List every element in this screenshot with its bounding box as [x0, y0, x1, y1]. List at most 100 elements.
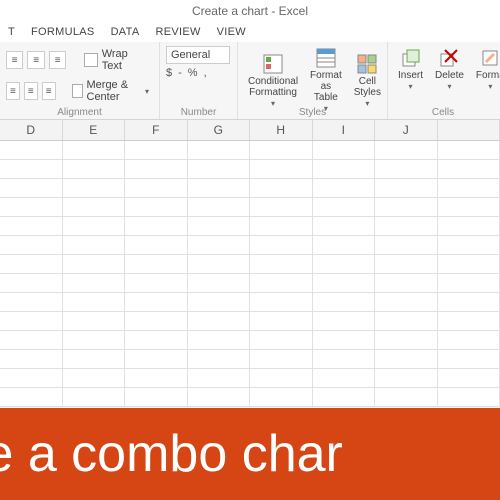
cell[interactable]: [125, 350, 188, 368]
cell[interactable]: [438, 293, 500, 311]
cell[interactable]: [250, 369, 313, 387]
format-button[interactable]: Forma ▾: [472, 46, 500, 94]
cell[interactable]: [188, 312, 251, 330]
cell[interactable]: [63, 274, 126, 292]
cell[interactable]: [125, 217, 188, 235]
cell[interactable]: [438, 331, 500, 349]
conditional-formatting-button[interactable]: Conditional Formatting ▾: [244, 52, 302, 111]
align-right-icon[interactable]: ≡: [42, 82, 56, 100]
cell[interactable]: [63, 198, 126, 216]
cell[interactable]: [0, 369, 63, 387]
cell[interactable]: [438, 369, 500, 387]
cell[interactable]: [250, 141, 313, 159]
column-header[interactable]: G: [188, 120, 251, 140]
align-center-icon[interactable]: ≡: [24, 82, 38, 100]
cell[interactable]: [375, 331, 438, 349]
cell[interactable]: [125, 160, 188, 178]
cell[interactable]: [250, 350, 313, 368]
cell[interactable]: [188, 350, 251, 368]
cell[interactable]: [313, 255, 376, 273]
tab-formulas[interactable]: FORMULAS: [31, 26, 95, 38]
cell[interactable]: [125, 236, 188, 254]
tab-review[interactable]: REVIEW: [155, 26, 200, 38]
cell[interactable]: [313, 388, 376, 406]
cell[interactable]: [250, 198, 313, 216]
insert-button[interactable]: Insert ▾: [394, 46, 427, 94]
cell[interactable]: [188, 331, 251, 349]
cell[interactable]: [63, 160, 126, 178]
cell[interactable]: [188, 141, 251, 159]
cell[interactable]: [438, 217, 500, 235]
spreadsheet-grid[interactable]: DEFGHIJ: [0, 120, 500, 430]
column-header[interactable]: [438, 120, 500, 140]
cell[interactable]: [250, 255, 313, 273]
cell[interactable]: [188, 293, 251, 311]
cell[interactable]: [0, 331, 63, 349]
cell[interactable]: [375, 236, 438, 254]
cell[interactable]: [313, 179, 376, 197]
merge-center-button[interactable]: Merge & Center ▾: [68, 77, 153, 105]
cell[interactable]: [188, 160, 251, 178]
cell[interactable]: [0, 312, 63, 330]
cell[interactable]: [188, 274, 251, 292]
cell[interactable]: [375, 312, 438, 330]
column-header[interactable]: H: [250, 120, 313, 140]
tab-view[interactable]: VIEW: [217, 26, 246, 38]
delete-button[interactable]: Delete ▾: [431, 46, 468, 94]
cell[interactable]: [125, 293, 188, 311]
cell[interactable]: [63, 217, 126, 235]
cell[interactable]: [250, 331, 313, 349]
cell[interactable]: [375, 293, 438, 311]
cell[interactable]: [375, 388, 438, 406]
align-top-icon[interactable]: ≡: [6, 51, 23, 69]
cell[interactable]: [313, 350, 376, 368]
cell[interactable]: [438, 198, 500, 216]
cell[interactable]: [438, 388, 500, 406]
cell[interactable]: [438, 179, 500, 197]
cell[interactable]: [313, 369, 376, 387]
cell[interactable]: [0, 274, 63, 292]
cell[interactable]: [375, 350, 438, 368]
cell[interactable]: [375, 160, 438, 178]
cell[interactable]: [250, 293, 313, 311]
cell[interactable]: [375, 274, 438, 292]
cell[interactable]: [0, 236, 63, 254]
cell[interactable]: [0, 179, 63, 197]
cell[interactable]: [188, 388, 251, 406]
cell[interactable]: [188, 179, 251, 197]
cell[interactable]: [250, 274, 313, 292]
cell[interactable]: [63, 179, 126, 197]
cell[interactable]: [188, 236, 251, 254]
cell[interactable]: [313, 141, 376, 159]
cell[interactable]: [250, 160, 313, 178]
cell[interactable]: [313, 198, 376, 216]
tab-partial[interactable]: T: [8, 26, 15, 38]
percent-button[interactable]: %: [188, 67, 198, 79]
cell[interactable]: [125, 179, 188, 197]
cell[interactable]: [63, 141, 126, 159]
cell[interactable]: [375, 179, 438, 197]
cell[interactable]: [438, 312, 500, 330]
cell[interactable]: [63, 350, 126, 368]
cell[interactable]: [375, 141, 438, 159]
cell[interactable]: [63, 331, 126, 349]
number-format-select[interactable]: [166, 46, 230, 64]
cell[interactable]: [313, 236, 376, 254]
cell[interactable]: [250, 388, 313, 406]
cell[interactable]: [250, 217, 313, 235]
align-middle-icon[interactable]: ≡: [27, 51, 44, 69]
column-header[interactable]: J: [375, 120, 438, 140]
cell[interactable]: [63, 255, 126, 273]
align-bottom-icon[interactable]: ≡: [49, 51, 66, 69]
cell[interactable]: [63, 369, 126, 387]
cell[interactable]: [63, 312, 126, 330]
cell[interactable]: [0, 160, 63, 178]
cell[interactable]: [0, 293, 63, 311]
cell[interactable]: [63, 293, 126, 311]
cell[interactable]: [125, 198, 188, 216]
cell[interactable]: [0, 217, 63, 235]
cell[interactable]: [375, 369, 438, 387]
cell[interactable]: [313, 331, 376, 349]
column-header[interactable]: F: [125, 120, 188, 140]
cell[interactable]: [375, 198, 438, 216]
